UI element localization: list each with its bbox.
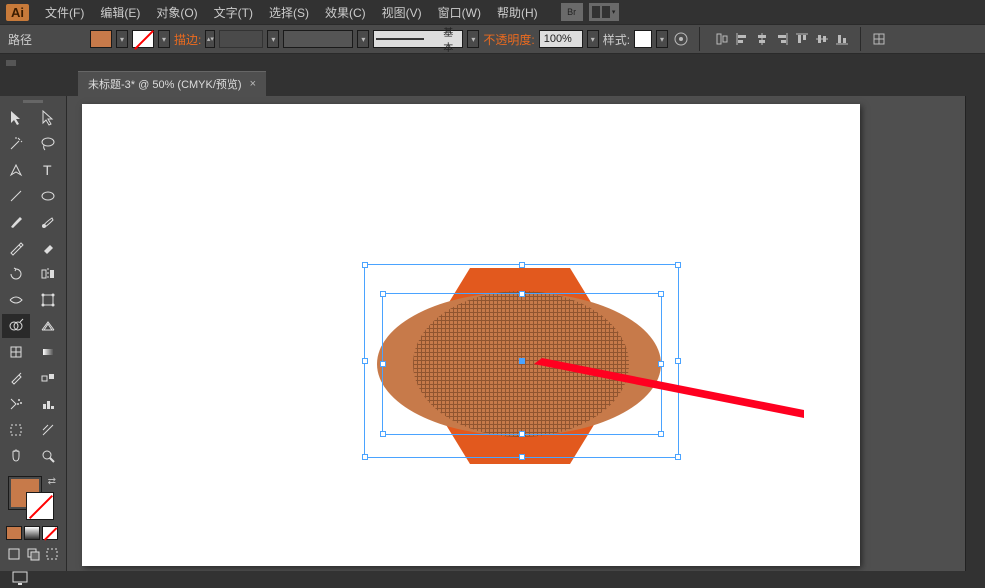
graphic-style-dropdown[interactable]: ▾ [656,30,668,48]
symbol-sprayer-tool[interactable] [2,392,30,416]
recolor-icon[interactable] [672,30,690,48]
panel-handle[interactable] [6,60,16,66]
eraser-tool[interactable] [34,236,62,260]
swap-fill-stroke-icon[interactable]: ⇄ [48,476,56,487]
bridge-icon[interactable]: Br [561,3,583,21]
sub-header [0,54,985,72]
intersection-mesh-overlay [413,291,629,437]
gradient-tool[interactable] [34,340,62,364]
opacity-input[interactable]: 100% [539,30,583,48]
toolbox: T ⇄ [0,96,67,571]
menu-window[interactable]: 窗口(W) [430,1,489,24]
stroke-color-swatch[interactable] [26,492,54,520]
line-tool[interactable] [2,184,30,208]
align-top-icon[interactable] [793,30,811,48]
hand-tool[interactable] [2,444,30,468]
menu-object[interactable]: 对象(O) [148,1,205,24]
stroke-weight-stepper[interactable]: ▴▾ [205,30,215,48]
draw-normal-icon[interactable] [6,544,23,564]
screen-mode-icon[interactable] [6,568,34,588]
column-graph-tool[interactable] [34,392,62,416]
stroke-weight-input[interactable] [219,30,263,48]
artboard-tool[interactable] [2,418,30,442]
close-tab-icon[interactable]: × [250,78,256,90]
magic-wand-tool[interactable] [2,132,30,156]
toolbox-grip[interactable] [23,100,43,103]
mesh-tool[interactable] [2,340,30,364]
app-logo: Ai [6,4,29,21]
draw-behind-icon[interactable] [25,544,42,564]
fill-dropdown[interactable]: ▾ [116,30,128,48]
align-group [713,30,851,48]
menu-effect[interactable]: 效果(C) [317,1,374,24]
document-tab-bar: 未标题-3* @ 50% (CMYK/预览) × [0,72,985,96]
stroke-weight-dropdown[interactable]: ▾ [267,30,279,48]
main-area: T ⇄ [0,96,985,571]
document-tab-title: 未标题-3* @ 50% (CMYK/预览) [88,76,242,92]
stroke-profile[interactable] [283,30,353,48]
transform-panel-icon[interactable] [870,30,888,48]
opacity-label: 不透明度: [483,31,534,48]
brush-dropdown[interactable]: ▾ [467,30,479,48]
brush-definition[interactable]: 基本 [373,30,463,48]
graphic-style-swatch[interactable] [634,30,652,48]
free-transform-tool[interactable] [34,288,62,312]
stroke-swatch[interactable] [132,30,154,48]
ellipse-tool[interactable] [34,184,62,208]
menu-view[interactable]: 视图(V) [374,1,430,24]
right-panel-dock[interactable] [965,96,985,571]
menu-select[interactable]: 选择(S) [261,1,317,24]
opacity-dropdown[interactable]: ▾ [587,30,599,48]
fill-swatch[interactable] [90,30,112,48]
align-hcenter-icon[interactable] [753,30,771,48]
slice-tool[interactable] [34,418,62,442]
align-bottom-icon[interactable] [833,30,851,48]
shape-builder-tool[interactable] [2,314,30,338]
blob-brush-tool[interactable] [34,210,62,234]
align-vcenter-icon[interactable] [813,30,831,48]
pen-tool[interactable] [2,158,30,182]
menu-edit[interactable]: 编辑(E) [92,1,148,24]
menu-type[interactable]: 文字(T) [206,1,261,24]
eyedropper-tool[interactable] [2,366,30,390]
menu-file[interactable]: 文件(F) [37,1,92,24]
type-tool[interactable]: T [34,158,62,182]
stroke-label: 描边: [174,31,201,48]
draw-inside-icon[interactable] [43,544,60,564]
control-bar: 路径 ▾ ▾ 描边: ▴▾ ▾ ▾ 基本 ▾ 不透明度: 100% ▾ 样式: … [0,24,985,54]
stroke-profile-dropdown[interactable]: ▾ [357,30,369,48]
pencil-tool[interactable] [2,236,30,260]
svg-text:T: T [43,162,52,178]
zoom-tool[interactable] [34,444,62,468]
menu-help[interactable]: 帮助(H) [489,1,546,24]
selection-tool[interactable] [2,106,30,130]
align-left-icon[interactable] [733,30,751,48]
arrange-documents-icon[interactable]: ▾ [589,3,619,21]
perspective-grid-tool[interactable] [34,314,62,338]
stroke-dropdown[interactable]: ▾ [158,30,170,48]
fill-stroke-indicator[interactable]: ⇄ [4,474,62,522]
align-to-selection-icon[interactable] [713,30,731,48]
document-tab[interactable]: 未标题-3* @ 50% (CMYK/预览) × [78,71,266,96]
menu-bar: Ai 文件(F) 编辑(E) 对象(O) 文字(T) 选择(S) 效果(C) 视… [0,0,985,24]
none-mode-btn[interactable] [42,526,58,540]
width-tool[interactable] [2,288,30,312]
paintbrush-tool[interactable] [2,210,30,234]
canvas[interactable] [67,96,985,571]
gradient-mode-btn[interactable] [24,526,40,540]
style-label: 样式: [603,31,630,48]
selection-type-label: 路径 [8,31,32,48]
align-right-icon[interactable] [773,30,791,48]
color-mode-btn[interactable] [6,526,22,540]
reflect-tool[interactable] [34,262,62,286]
lasso-tool[interactable] [34,132,62,156]
rotate-tool[interactable] [2,262,30,286]
direct-selection-tool[interactable] [34,106,62,130]
blend-tool[interactable] [34,366,62,390]
